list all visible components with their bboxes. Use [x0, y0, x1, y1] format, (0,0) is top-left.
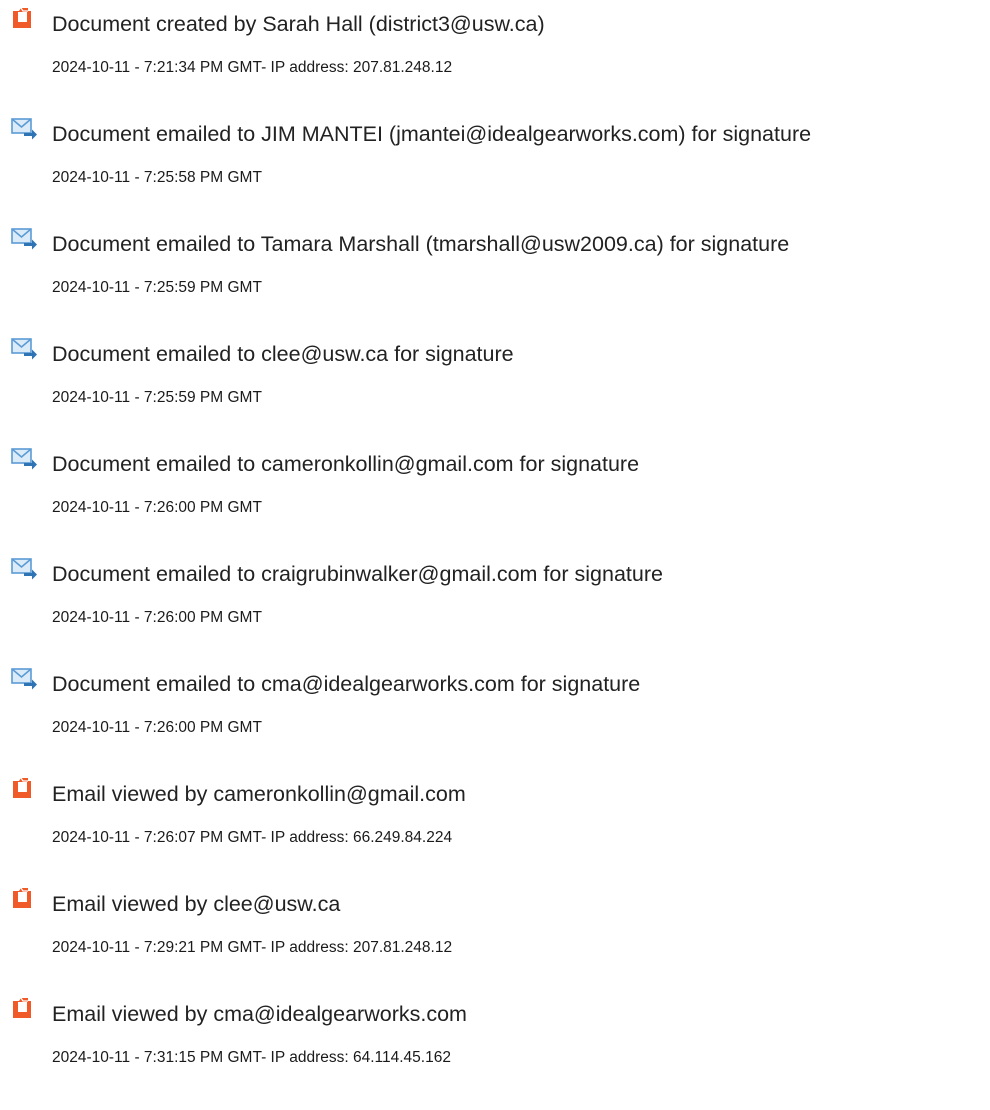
- entry-title: Document emailed to Tamara Marshall (tma…: [52, 232, 790, 256]
- entry-title: Document created by Sarah Hall (district…: [52, 12, 545, 36]
- audit-trail-log: Document created by Sarah Hall (district…: [0, 0, 990, 1100]
- audit-entry: Document created by Sarah Hall (district…: [0, 0, 990, 110]
- email-sent-icon: [11, 338, 37, 360]
- entry-timestamp: 2024-10-11 - 7:29:21 PM GMT- IP address:…: [52, 939, 453, 956]
- audit-entry: Document emailed to clee@usw.ca for sign…: [0, 330, 990, 440]
- entry-timestamp: 2024-10-11 - 7:26:07 PM GMT- IP address:…: [52, 829, 453, 846]
- entry-timestamp: 2024-10-11 - 7:31:15 PM GMT- IP address:…: [52, 1049, 451, 1066]
- audit-entry: Email viewed by clee@usw.ca 2024-10-11 -…: [0, 880, 990, 990]
- email-sent-icon: [11, 228, 37, 250]
- audit-entry: Document emailed to JIM MANTEI (jmantei@…: [0, 110, 990, 220]
- audit-entry: Document emailed to cameronkollin@gmail.…: [0, 440, 990, 550]
- email-sent-icon: [11, 558, 37, 580]
- entry-title: Document emailed to craigrubinwalker@gma…: [52, 562, 663, 586]
- entry-timestamp: 2024-10-11 - 7:26:00 PM GMT: [52, 609, 262, 626]
- audit-entry: Document emailed to cma@idealgearworks.c…: [0, 660, 990, 770]
- document-icon: [13, 7, 31, 28]
- audit-entry: Email viewed by cameronkollin@gmail.com …: [0, 770, 990, 880]
- email-sent-icon: [11, 448, 37, 470]
- audit-entry: Document emailed to craigrubinwalker@gma…: [0, 550, 990, 660]
- email-sent-icon: [11, 118, 37, 140]
- audit-entry: Email viewed by cma@idealgearworks.com 2…: [0, 990, 990, 1100]
- entry-title: Email viewed by cma@idealgearworks.com: [52, 1002, 467, 1026]
- email-sent-icon: [11, 668, 37, 690]
- entry-title: Email viewed by cameronkollin@gmail.com: [52, 782, 466, 806]
- entry-title: Document emailed to JIM MANTEI (jmantei@…: [52, 122, 812, 146]
- document-icon: [13, 997, 31, 1018]
- entry-timestamp: 2024-10-11 - 7:21:34 PM GMT- IP address:…: [52, 59, 453, 76]
- entry-timestamp: 2024-10-11 - 7:25:59 PM GMT: [52, 389, 262, 406]
- entry-title: Document emailed to clee@usw.ca for sign…: [52, 342, 514, 366]
- document-icon: [13, 887, 31, 908]
- entry-title: Email viewed by clee@usw.ca: [52, 892, 341, 916]
- entry-timestamp: 2024-10-11 - 7:25:59 PM GMT: [52, 279, 262, 296]
- entry-title: Document emailed to cma@idealgearworks.c…: [52, 672, 641, 696]
- document-icon: [13, 777, 31, 798]
- entry-timestamp: 2024-10-11 - 7:25:58 PM GMT: [52, 169, 262, 186]
- entry-title: Document emailed to cameronkollin@gmail.…: [52, 452, 640, 476]
- entry-timestamp: 2024-10-11 - 7:26:00 PM GMT: [52, 719, 262, 736]
- audit-entry: Document emailed to Tamara Marshall (tma…: [0, 220, 990, 330]
- entry-timestamp: 2024-10-11 - 7:26:00 PM GMT: [52, 499, 262, 516]
